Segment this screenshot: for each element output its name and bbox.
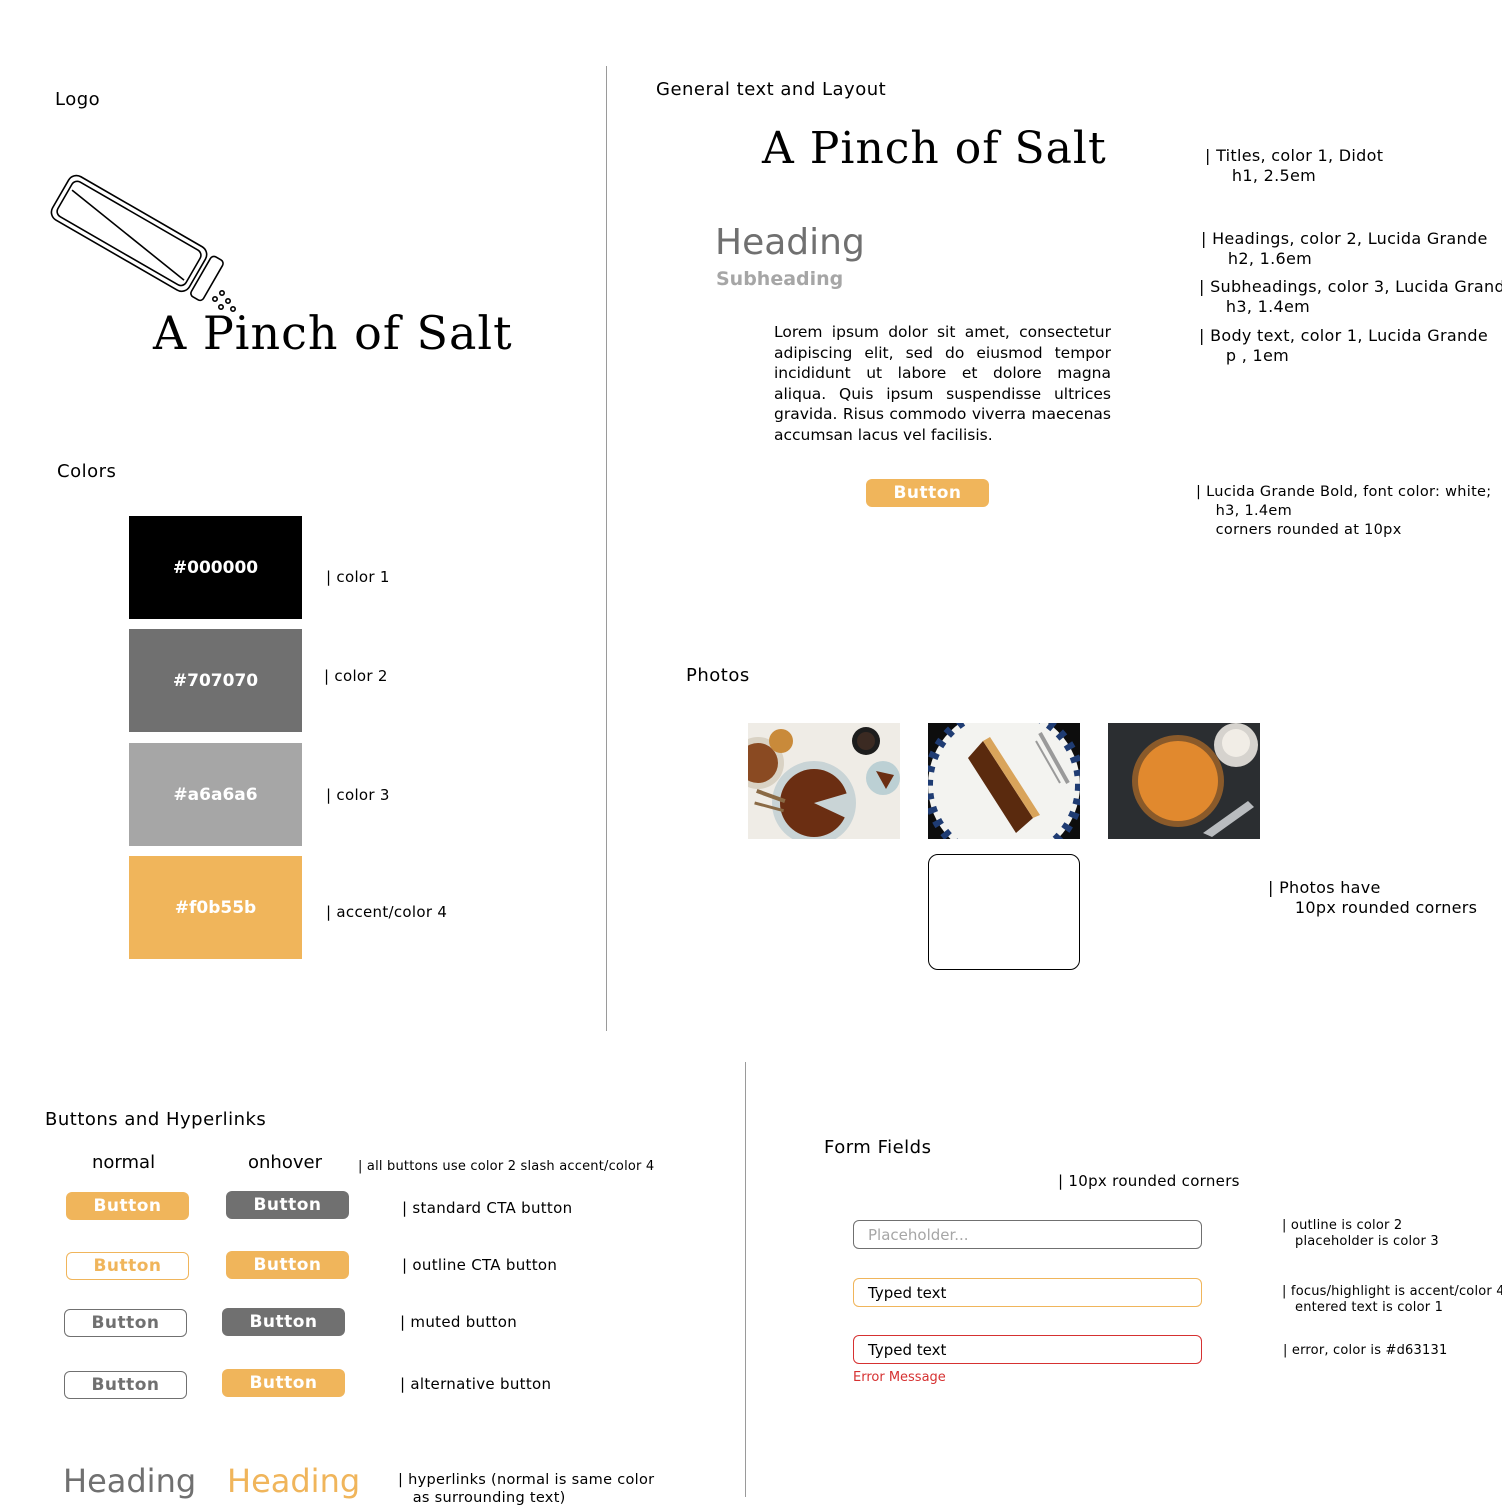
focus-field[interactable]: Typed text [853,1278,1202,1307]
standard-cta-button[interactable]: Button [66,1192,189,1220]
subheading-sample: Subheading [716,268,844,290]
focus-note: | focus/highlight is accent/color 4 ente… [1282,1284,1502,1315]
hyperlink-normal[interactable]: Heading [63,1462,196,1500]
swatch-note-4: | accent/color 4 [326,903,448,921]
outline-cta-button-hover[interactable]: Button [226,1251,349,1279]
outline-cta-note: | outline CTA button [402,1256,558,1274]
muted-button-hover[interactable]: Button [222,1308,345,1336]
sample-button[interactable]: Button [866,479,989,507]
top-divider [606,66,607,1031]
heading-sample: Heading [715,222,865,263]
column-normal-label: normal [92,1152,156,1173]
typography-section-label: General text and Layout [656,79,887,100]
muted-button-note: | muted button [400,1313,518,1331]
standard-cta-button-hover[interactable]: Button [226,1191,349,1219]
form-corner-note: | 10px rounded corners [1058,1172,1240,1190]
pie-photo-2 [928,723,1080,839]
focus-field-text: Typed text [868,1283,947,1302]
column-onhover-label: onhover [248,1152,322,1173]
hyperlink-hover[interactable]: Heading [227,1462,360,1500]
alternative-button-note: | alternative button [400,1375,552,1393]
muted-button[interactable]: Button [64,1309,187,1337]
logo-section-label: Logo [55,89,101,110]
subheading-note: | Subheadings, color 3, Lucida Grande h3… [1199,277,1502,316]
logo-wordmark: A Pinch of Salt [153,306,513,360]
buttons-header-note: | all buttons use color 2 slash accent/c… [358,1159,655,1174]
title-sample: A Pinch of Salt [762,123,1107,174]
placeholder-field[interactable]: Placeholder... [853,1220,1202,1249]
outline-cta-button[interactable]: Button [66,1252,189,1280]
swatch-color-1: #000000 [129,516,302,619]
heading-note: | Headings, color 2, Lucida Grande h2, 1… [1201,229,1488,268]
form-section-label: Form Fields [824,1137,932,1158]
photos-section-label: Photos [686,665,750,686]
button-note: | Lucida Grande Bold, font color: white;… [1196,484,1492,538]
pie-photo-3 [1108,723,1260,839]
body-sample: Lorem ipsum dolor sit amet, consectetur … [774,323,1111,444]
bottom-divider [745,1062,746,1497]
swatch-color-3: #a6a6a6 [129,743,302,846]
alternative-button[interactable]: Button [64,1371,187,1399]
error-field[interactable]: Typed text [853,1335,1202,1364]
standard-cta-note: | standard CTA button [402,1199,573,1217]
hyperlink-note: | hyperlinks (normal is same color as su… [398,1472,655,1506]
swatch-note-1: | color 1 [326,568,390,586]
swatch-accent: #f0b55b [129,856,302,959]
error-field-text: Typed text [868,1340,947,1359]
title-note: | Titles, color 1, Didot h1, 2.5em [1205,146,1384,185]
colors-section-label: Colors [57,461,117,482]
photos-note: | Photos have 10px rounded corners [1268,878,1478,917]
pie-photo-1 [748,723,900,839]
swatch-color-2: #707070 [129,629,302,732]
swatch-note-3: | color 3 [326,786,390,804]
salt-shaker-icon [50,174,237,313]
swatch-note-2: | color 2 [324,667,388,685]
body-note: | Body text, color 1, Lucida Grande p , … [1199,326,1489,365]
placeholder-note: | outline is color 2 placeholder is colo… [1282,1218,1439,1249]
placeholder-text: Placeholder... [868,1225,969,1244]
error-note: | error, color is #d63131 [1283,1343,1448,1358]
buttons-section-label: Buttons and Hyperlinks [45,1109,267,1130]
alternative-button-hover[interactable]: Button [222,1369,345,1397]
error-message: Error Message [853,1370,946,1385]
photo-rounded-example [928,854,1080,970]
